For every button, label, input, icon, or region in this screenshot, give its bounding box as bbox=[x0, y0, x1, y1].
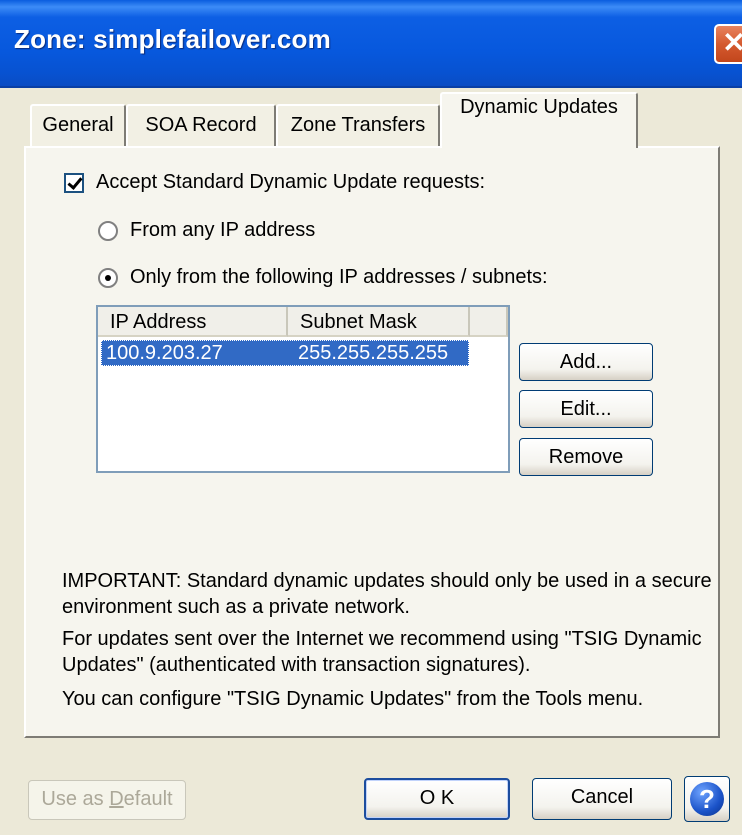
ok-button[interactable]: O K bbox=[364, 778, 510, 820]
ip-address-list[interactable]: IP Address Subnet Mask 100.9.203.27 255.… bbox=[96, 305, 510, 473]
edit-button[interactable]: Edit... bbox=[519, 390, 653, 428]
help-icon: ? bbox=[690, 782, 724, 816]
row-ip-cell: 100.9.203.27 bbox=[106, 342, 223, 364]
cancel-button[interactable]: Cancel bbox=[532, 778, 672, 820]
row-mask-cell: 255.255.255.255 bbox=[298, 342, 449, 364]
column-header-ip[interactable]: IP Address bbox=[98, 307, 288, 337]
use-as-default-button[interactable]: Use as Default bbox=[28, 780, 186, 820]
column-header-empty bbox=[470, 307, 508, 337]
radio-only-following-label: Only from the following IP addresses / s… bbox=[130, 266, 548, 288]
column-header-subnet[interactable]: Subnet Mask bbox=[288, 307, 470, 337]
accept-updates-label: Accept Standard Dynamic Update requests: bbox=[96, 171, 486, 193]
add-button[interactable]: Add... bbox=[519, 343, 653, 381]
important-note: IMPORTANT: Standard dynamic updates shou… bbox=[62, 570, 712, 618]
help-button[interactable]: ? bbox=[684, 776, 730, 822]
remove-button[interactable]: Remove bbox=[519, 438, 653, 476]
tsig-recommend-note: For updates sent over the Internet we re… bbox=[62, 628, 702, 676]
accept-updates-checkbox[interactable] bbox=[64, 173, 84, 193]
radio-only-following[interactable] bbox=[98, 268, 118, 288]
tsig-tools-note: You can configure "TSIG Dynamic Updates"… bbox=[62, 688, 644, 710]
radio-any-ip-label: From any IP address bbox=[130, 219, 316, 241]
radio-any-ip[interactable] bbox=[98, 221, 118, 241]
